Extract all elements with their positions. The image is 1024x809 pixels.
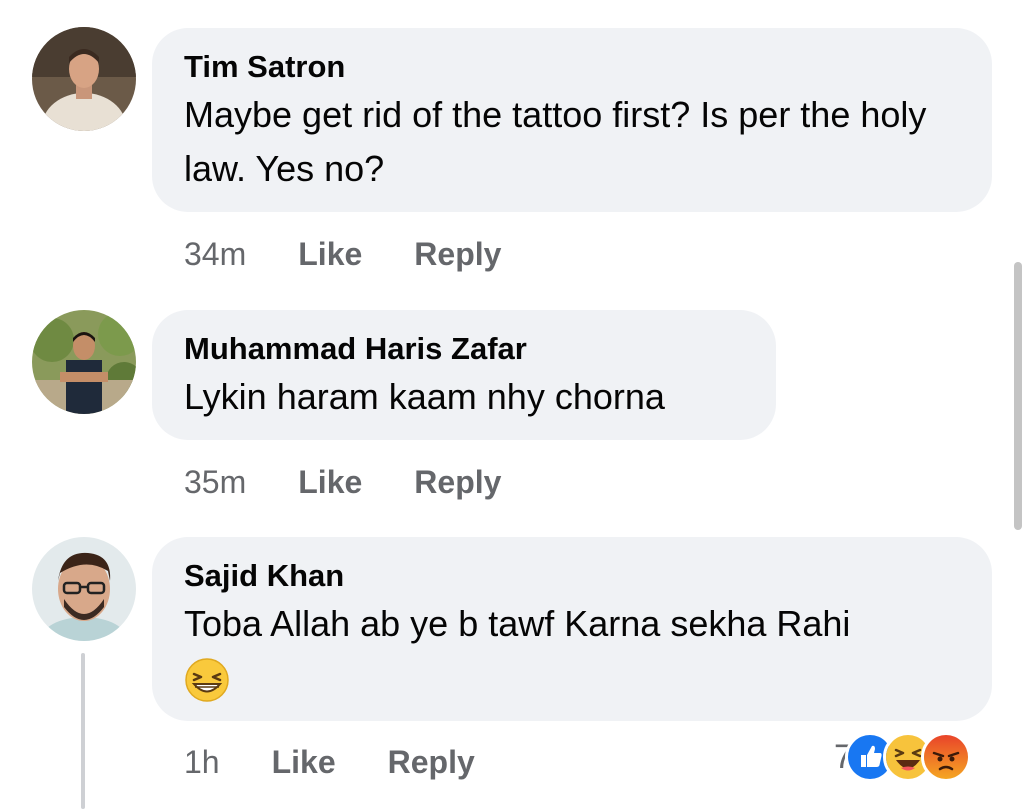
comment-text: Maybe get rid of the tattoo first? Is pe… bbox=[184, 94, 927, 189]
angry-reaction-icon bbox=[920, 732, 971, 782]
reply-button[interactable]: Reply bbox=[414, 236, 501, 273]
comment-author[interactable]: Muhammad Haris Zafar bbox=[184, 330, 744, 368]
like-button[interactable]: Like bbox=[298, 464, 362, 501]
avatar-sajid-khan[interactable] bbox=[32, 537, 136, 641]
comment-actions-2: 35m Like Reply bbox=[184, 460, 553, 504]
avatar-muhammad-haris-zafar[interactable] bbox=[32, 310, 136, 414]
reply-button[interactable]: Reply bbox=[388, 744, 475, 781]
avatar-tim-satron[interactable] bbox=[32, 27, 136, 131]
comment-text-body: Toba Allah ab ye b tawf Karna sekha Rahi bbox=[184, 603, 851, 644]
comment-author[interactable]: Sajid Khan bbox=[184, 557, 960, 595]
like-button[interactable]: Like bbox=[272, 744, 336, 781]
like-button[interactable]: Like bbox=[298, 236, 362, 273]
comment-bubble-3: Sajid Khan Toba Allah ab ye b tawf Karna… bbox=[152, 537, 992, 721]
comment-actions-1: 34m Like Reply bbox=[184, 232, 553, 276]
reply-thread-line bbox=[81, 653, 85, 809]
reaction-summary[interactable]: 7 bbox=[834, 732, 971, 782]
comments-page: Tim Satron Maybe get rid of the tattoo f… bbox=[0, 0, 1024, 809]
grinning-squinting-emoji-icon bbox=[184, 657, 230, 703]
scrollbar[interactable] bbox=[1014, 262, 1022, 530]
comment-actions-3: 1h Like Reply bbox=[184, 740, 527, 784]
comment-text: Toba Allah ab ye b tawf Karna sekha Rahi bbox=[184, 597, 960, 705]
comment-timestamp[interactable]: 1h bbox=[184, 744, 220, 781]
comment-bubble-2: Muhammad Haris Zafar Lykin haram kaam nh… bbox=[152, 310, 776, 440]
reply-button[interactable]: Reply bbox=[414, 464, 501, 501]
comment-author[interactable]: Tim Satron bbox=[184, 48, 960, 86]
comment-timestamp[interactable]: 35m bbox=[184, 464, 246, 501]
comment-bubble-1: Tim Satron Maybe get rid of the tattoo f… bbox=[152, 28, 992, 212]
comment-timestamp[interactable]: 34m bbox=[184, 236, 246, 273]
comment-text: Lykin haram kaam nhy chorna bbox=[184, 376, 665, 417]
